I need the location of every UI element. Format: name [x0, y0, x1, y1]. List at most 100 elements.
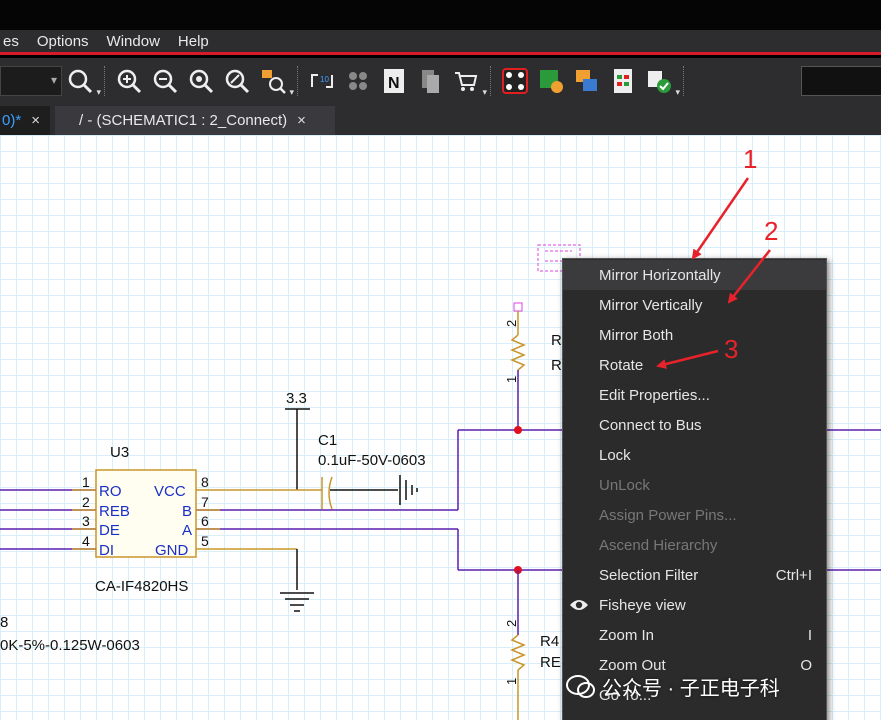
zoom-fit-icon[interactable]	[222, 66, 252, 96]
svg-text:10: 10	[320, 75, 329, 84]
menu-fisheye-view[interactable]: Fisheye view	[563, 590, 826, 620]
power-label: 3.3	[286, 390, 307, 407]
menu-edit-properties[interactable]: Edit Properties...	[563, 380, 826, 410]
toolbar: ▾ ▾ 10 N ▾ ▾	[0, 58, 881, 104]
menu-item-files[interactable]: es	[0, 33, 28, 50]
toolbar-search-field[interactable]	[801, 66, 881, 96]
menu-mirror-both[interactable]: Mirror Both	[563, 320, 826, 350]
pin-number: 7	[201, 494, 209, 510]
tab-design[interactable]: 0)* ×	[0, 106, 50, 135]
tab-design-label: 0)*	[2, 112, 22, 129]
sync-icon[interactable]	[572, 66, 602, 96]
board-update-icon[interactable]	[536, 66, 566, 96]
junction-dot	[514, 426, 522, 434]
capacitor-ref: C1	[318, 432, 337, 449]
svg-text:N: N	[388, 75, 400, 92]
database-icon[interactable]	[415, 66, 445, 96]
menu-item-label: Fisheye view	[599, 596, 686, 614]
toolbar-separator	[490, 66, 491, 96]
pin-name: GND	[155, 542, 189, 559]
pin-number: 2	[504, 320, 519, 327]
toolbar-separator	[297, 66, 298, 96]
pcb-icon[interactable]	[500, 66, 530, 96]
menu-item-label: UnLock	[599, 476, 650, 494]
pin-number: 1	[504, 376, 519, 383]
resistor-value: R	[551, 357, 562, 374]
zoom-in-icon[interactable]	[114, 66, 144, 96]
menu-shortcut: Ctrl+I	[775, 566, 812, 584]
pin-number: 2	[504, 620, 519, 627]
close-icon[interactable]: ×	[31, 112, 40, 129]
menu-item-help[interactable]: Help	[169, 33, 218, 50]
tab-schematic[interactable]: / - (SCHEMATIC1 : 2_Connect) ×	[55, 106, 335, 135]
ic-part-name: CA-IF4820HS	[95, 578, 188, 595]
menu-lock[interactable]: Lock	[563, 440, 826, 470]
menu-item-label: Edit Properties...	[599, 386, 710, 404]
context-menu: Mirror Horizontally Mirror Vertically Mi…	[562, 258, 827, 720]
menu-item-label: Lock	[599, 446, 631, 464]
resistor-ref: R	[551, 332, 562, 349]
drc-icon[interactable]: ▾	[644, 66, 680, 97]
menu-zoom-in[interactable]: Zoom In I	[563, 620, 826, 650]
menu-unlock: UnLock	[563, 470, 826, 500]
close-icon[interactable]: ×	[297, 112, 306, 129]
pin-number: 4	[82, 533, 90, 549]
pin-name: B	[182, 503, 192, 520]
bom-icon[interactable]	[608, 66, 638, 96]
watermark-text: 公众号 · 子正电子科	[602, 678, 780, 700]
resistor-value: RE	[540, 654, 561, 671]
menu-item-label: Selection Filter	[599, 566, 699, 584]
resistor-value: 0K-5%-0.125W-0603	[0, 637, 140, 654]
pin-name: REB	[99, 503, 130, 520]
menu-item-label: Mirror Both	[599, 326, 674, 344]
pin-name: A	[182, 522, 192, 539]
zoom-area-icon[interactable]	[186, 66, 216, 96]
cleanup-icon[interactable]	[343, 66, 373, 96]
pin-number: 1	[504, 678, 519, 685]
window-top-strip	[0, 0, 881, 30]
menu-selection-filter[interactable]: Selection Filter Ctrl+I	[563, 560, 826, 590]
pin-number: 2	[82, 494, 90, 510]
cart-icon[interactable]: ▾	[451, 66, 487, 97]
annotate-icon[interactable]: 10	[307, 66, 337, 96]
menu-mirror-vertically[interactable]: Mirror Vertically	[563, 290, 826, 320]
menu-item-label: Zoom Out	[599, 656, 666, 674]
zoom-out-icon[interactable]	[150, 66, 180, 96]
pin-name: DI	[99, 542, 114, 559]
toolbar-separator	[683, 66, 684, 96]
resistor-body	[510, 334, 526, 371]
wechat-logo-icon	[566, 674, 595, 698]
capacitor-value: 0.1uF-50V-0603	[318, 452, 426, 469]
pin-number: 3	[82, 513, 90, 529]
pin-number: 5	[201, 533, 209, 549]
menu-item-options[interactable]: Options	[28, 33, 98, 50]
pin-number: 8	[201, 474, 209, 490]
menu-item-label: Ascend Hierarchy	[599, 536, 718, 554]
toolbar-separator	[104, 66, 105, 96]
menu-shortcut: O	[800, 656, 812, 674]
menu-mirror-horizontally[interactable]: Mirror Horizontally	[563, 260, 826, 290]
menu-connect-to-bus[interactable]: Connect to Bus	[563, 410, 826, 440]
menu-shortcut: I	[807, 626, 812, 644]
menu-item-window[interactable]: Window	[98, 33, 169, 50]
menu-rotate[interactable]: Rotate	[563, 350, 826, 380]
search-icon[interactable]: ▾	[65, 66, 101, 97]
ic-ref: U3	[110, 444, 129, 461]
pin-name: VCC	[154, 483, 186, 500]
pin-marker	[513, 302, 523, 312]
menu-ascend-hierarchy: Ascend Hierarchy	[563, 530, 826, 560]
capacitor-plate	[328, 476, 333, 510]
resistor-ref: 8	[0, 614, 8, 631]
menu-item-label: Mirror Vertically	[599, 296, 703, 314]
resistor-ref: R4	[540, 633, 559, 650]
toolbar-dropdown[interactable]	[0, 66, 62, 96]
tab-schematic-label: / - (SCHEMATIC1 : 2_Connect)	[79, 112, 288, 129]
zoom-selection-icon[interactable]: ▾	[258, 66, 294, 97]
menu-item-label: Zoom In	[599, 626, 655, 644]
menu-bar: es Options Window Help	[0, 30, 881, 55]
netlist-icon[interactable]: N	[379, 66, 409, 96]
pin-name: RO	[99, 483, 122, 500]
menu-item-label: Mirror Horizontally	[599, 266, 721, 284]
pin-number: 6	[201, 513, 209, 529]
menu-item-label: Connect to Bus	[599, 416, 702, 434]
